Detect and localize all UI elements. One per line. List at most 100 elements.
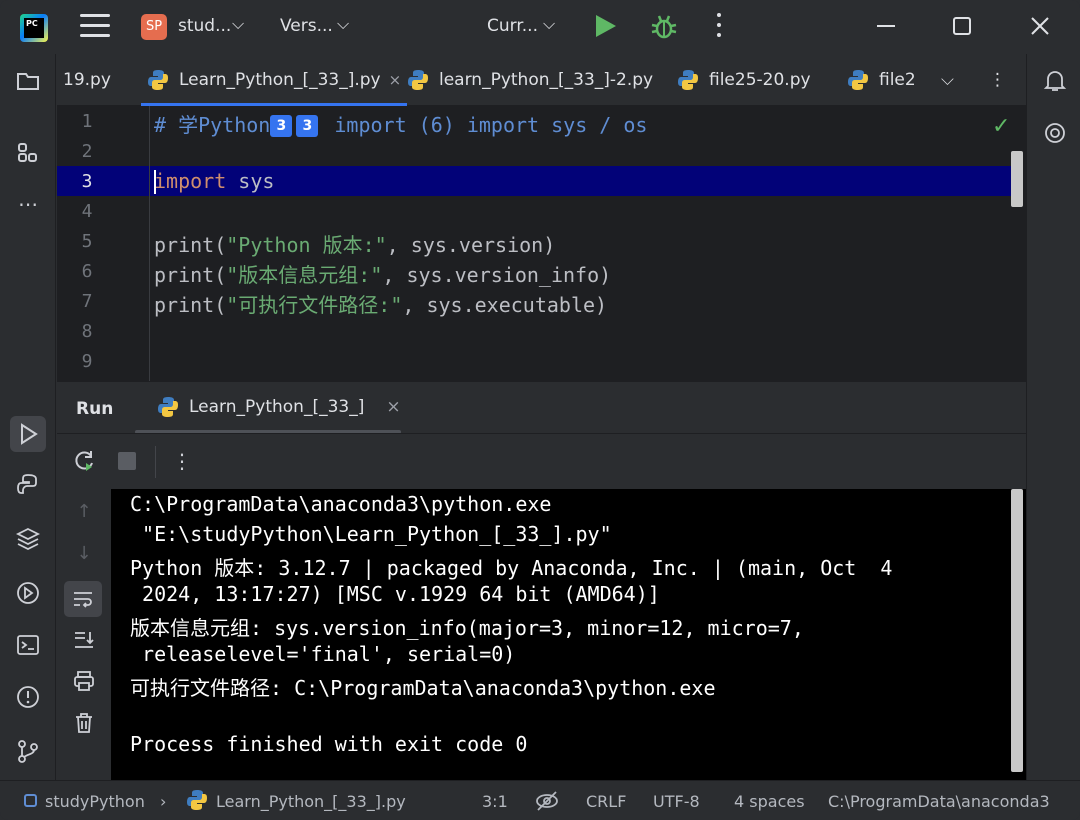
console-line: 2024, 13:17:27) [MSC v.1929 64 bit (AMD6… xyxy=(130,582,660,606)
indent-setting[interactable]: 4 spaces xyxy=(734,792,805,811)
vcs-widget[interactable]: Vers... xyxy=(280,16,333,36)
function-call: print( xyxy=(154,233,227,257)
emoji-badge: 3 xyxy=(270,115,293,137)
close-tab-icon[interactable]: × xyxy=(389,71,402,89)
main-menu-button[interactable] xyxy=(80,14,110,40)
tab-label: file25-20.py xyxy=(709,70,811,90)
line-number: 8 xyxy=(81,321,93,342)
arrow-down-icon[interactable]: ↓ xyxy=(69,539,99,569)
line-number: 4 xyxy=(81,201,93,222)
run-console-output[interactable]: C:\ProgramData\anaconda3\python.exe "E:\… xyxy=(111,489,1026,780)
tab-file25-20[interactable]: file25-20.py xyxy=(677,54,811,106)
trash-icon[interactable] xyxy=(69,711,99,741)
code-line-5: print("Python 版本:", sys.version) xyxy=(154,229,555,258)
print-icon[interactable] xyxy=(69,669,99,699)
run-tool-icon[interactable] xyxy=(10,416,46,452)
soft-wrap-icon[interactable] xyxy=(64,581,102,617)
tab-learn-python-33-2[interactable]: learn_Python_[_33_]-2.py xyxy=(407,54,653,106)
python-console-icon[interactable] xyxy=(14,472,42,500)
console-line: "E:\studyPython\Learn_Python_[_33_].py" xyxy=(130,522,612,546)
line-number: 6 xyxy=(81,261,93,282)
line-number: 7 xyxy=(81,291,93,312)
toolbar-separator xyxy=(155,446,156,478)
run-panel-header: Run Learn_Python_[_33_] × xyxy=(57,381,1026,434)
keyword: import xyxy=(154,169,227,193)
close-run-tab-icon[interactable]: × xyxy=(386,397,400,417)
emoji-badge: 3 xyxy=(296,115,319,137)
tab-19-py[interactable]: 19.py xyxy=(63,54,111,106)
tab-label: Learn_Python_[_33_].py xyxy=(179,70,381,90)
pycharm-logo-icon[interactable]: PC xyxy=(20,14,48,42)
project-folder-icon[interactable] xyxy=(14,68,42,96)
stop-icon[interactable] xyxy=(114,448,140,474)
structure-icon[interactable] xyxy=(14,140,42,168)
python-file-icon xyxy=(847,69,869,91)
arrow-up-icon[interactable]: ↑ xyxy=(69,497,99,527)
chevron-down-icon[interactable]: ⌵ xyxy=(543,14,555,34)
caret-position[interactable]: 3:1 xyxy=(482,792,508,811)
read-only-toggle-icon[interactable] xyxy=(534,788,560,818)
layers-icon[interactable] xyxy=(14,526,42,554)
tab-label: 19.py xyxy=(63,70,111,90)
terminal-icon[interactable] xyxy=(14,632,42,660)
tab-label: learn_Python_[_33_]-2.py xyxy=(439,70,654,90)
tab-file2[interactable]: file2 xyxy=(847,54,927,106)
python-file-icon xyxy=(677,69,699,91)
ai-assistant-icon[interactable] xyxy=(1041,120,1069,148)
editor-tabs: 19.py Learn_Python_[_33_].py × learn_Pyt… xyxy=(57,54,1026,106)
close-window-button[interactable] xyxy=(1030,16,1050,36)
more-options-icon[interactable]: ⋮ xyxy=(169,448,195,474)
tab-list-chevron-icon[interactable]: ⌵ xyxy=(941,54,954,106)
console-line: Process finished with exit code 0 xyxy=(130,732,528,756)
rerun-icon[interactable] xyxy=(71,448,97,474)
status-bar: studyPython › Learn_Python_[_33_].py 3:1… xyxy=(0,780,1080,820)
inspection-ok-icon[interactable]: ✓ xyxy=(992,114,1010,139)
console-line: Python 版本: 3.12.7 | packaged by Anaconda… xyxy=(130,556,893,580)
python-file-icon xyxy=(407,69,429,91)
run-tab[interactable]: Learn_Python_[_33_] × xyxy=(157,394,401,420)
ide-window: PC SP stud... ⌵ Vers... ⌵ Curr... ⌵ ⋯ 19… xyxy=(0,0,1080,820)
chevron-right-icon: › xyxy=(160,792,167,811)
tab-learn-python-33[interactable]: Learn_Python_[_33_].py × xyxy=(140,54,408,106)
notifications-bell-icon[interactable] xyxy=(1041,68,1069,96)
console-line: releaselevel='final', serial=0) xyxy=(130,642,516,666)
more-tools-icon[interactable]: ⋯ xyxy=(14,190,42,218)
python-file-icon xyxy=(157,396,179,418)
maximize-button[interactable] xyxy=(952,16,972,36)
code-text: , sys.version) xyxy=(386,233,556,257)
function-call: print( xyxy=(154,263,227,287)
scroll-to-end-icon[interactable] xyxy=(69,627,99,657)
run-config-selector[interactable]: Curr... xyxy=(487,16,538,36)
run-icon[interactable] xyxy=(596,15,616,37)
more-actions-icon[interactable] xyxy=(717,13,723,41)
console-scrollbar[interactable] xyxy=(1011,489,1023,772)
string-literal: "版本信息元组:" xyxy=(226,263,383,287)
run-toolbar: ⋮ xyxy=(57,433,1026,489)
services-icon[interactable] xyxy=(14,580,42,608)
minimize-button[interactable] xyxy=(876,16,896,36)
run-tab-label: Learn_Python_[_33_] xyxy=(189,397,365,417)
text-caret xyxy=(154,170,156,194)
string-literal: "Python 版本:" xyxy=(226,233,387,257)
function-call: print( xyxy=(154,293,227,317)
file-encoding[interactable]: UTF-8 xyxy=(653,792,700,811)
tab-more-icon[interactable]: ⋮ xyxy=(989,54,1006,106)
project-badge[interactable]: SP xyxy=(141,14,167,40)
status-project[interactable]: studyPython xyxy=(45,792,145,811)
git-icon[interactable] xyxy=(14,738,42,766)
project-name[interactable]: stud... xyxy=(178,16,231,36)
problems-icon[interactable] xyxy=(14,684,42,712)
code-line-7: print("可执行文件路径:", sys.executable) xyxy=(154,289,607,318)
editor-scrollbar[interactable] xyxy=(1011,151,1023,207)
python-interpreter[interactable]: C:\ProgramData\anaconda3 xyxy=(828,792,1050,811)
status-file[interactable]: Learn_Python_[_33_].py xyxy=(216,792,406,811)
debug-icon[interactable] xyxy=(650,13,678,41)
run-panel-title: Run xyxy=(76,399,114,419)
line-number: 2 xyxy=(81,141,93,162)
code-text: , sys.executable) xyxy=(402,293,608,317)
line-number: 3 xyxy=(81,171,93,192)
chevron-down-icon[interactable]: ⌵ xyxy=(337,14,349,34)
chevron-down-icon[interactable]: ⌵ xyxy=(232,14,244,34)
code-editor[interactable]: 1 2 3 4 5 6 7 8 9 # 学Python 3 3 import (6)… xyxy=(57,106,1026,381)
line-separator[interactable]: CRLF xyxy=(586,792,626,811)
